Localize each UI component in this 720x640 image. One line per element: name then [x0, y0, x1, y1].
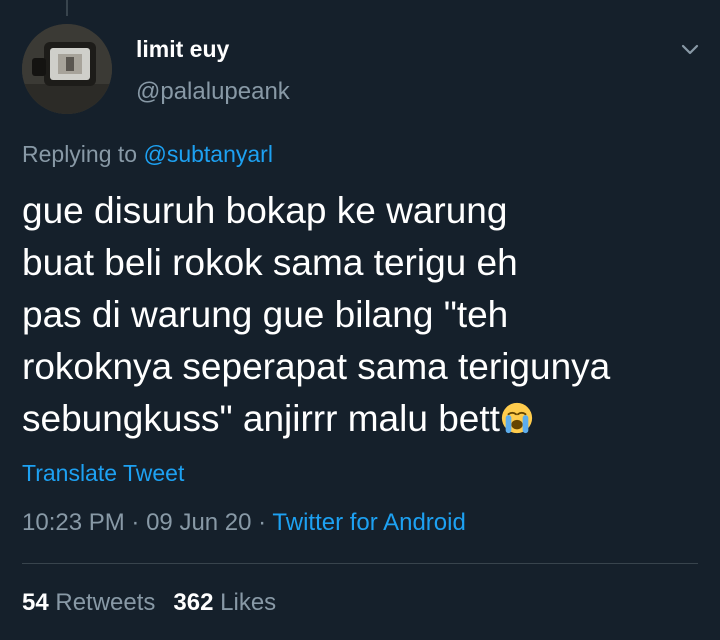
- thread-connector-line: [66, 0, 68, 16]
- avatar-image: [22, 24, 112, 114]
- tweet-stats: 54 Retweets 362 Likes: [22, 589, 276, 617]
- tweet-source-link[interactable]: Twitter for Android: [272, 509, 465, 536]
- reply-mention-link[interactable]: @subtanyarl: [143, 141, 272, 167]
- retweets-label: Retweets: [55, 589, 156, 616]
- retweets-stat[interactable]: 54 Retweets: [22, 589, 155, 616]
- chevron-down-icon[interactable]: [679, 38, 701, 60]
- meta-separator: ·: [258, 509, 267, 536]
- likes-label: Likes: [220, 589, 277, 616]
- divider: [22, 563, 698, 564]
- replying-to: Replying to @subtanyarl: [22, 141, 273, 168]
- tweet-text: gue disuruh bokap ke warung buat beli ro…: [22, 185, 702, 445]
- likes-count: 362: [173, 589, 214, 616]
- retweets-count: 54: [22, 589, 49, 616]
- tweet-text-last-line: sebungkuss" anjirrr malu bett: [22, 393, 702, 445]
- tweet-text-line: rokoknya seperapat sama terigunya: [22, 346, 611, 387]
- tweet-time: 10:23 PM: [22, 509, 125, 536]
- loudly-crying-face-icon: [501, 402, 533, 434]
- meta-separator: ·: [131, 509, 140, 536]
- replying-to-label: Replying to: [22, 141, 138, 167]
- avatar[interactable]: [22, 24, 112, 114]
- user-handle[interactable]: @palalupeank: [136, 78, 290, 106]
- tweet-meta: 10:23 PM · 09 Jun 20 · Twitter for Andro…: [22, 509, 466, 537]
- tweet-text-line: gue disuruh bokap ke warung: [22, 190, 508, 231]
- tweet-text-line: sebungkuss" anjirrr malu bett: [22, 398, 500, 439]
- tweet-date: 09 Jun 20: [146, 509, 252, 536]
- display-name[interactable]: limit euy: [136, 36, 229, 63]
- tweet-text-line: pas di warung gue bilang "teh: [22, 294, 509, 335]
- translate-tweet-link[interactable]: Translate Tweet: [22, 460, 184, 487]
- tweet-text-line: buat beli rokok sama terigu eh: [22, 242, 518, 283]
- likes-stat[interactable]: 362 Likes: [173, 589, 276, 616]
